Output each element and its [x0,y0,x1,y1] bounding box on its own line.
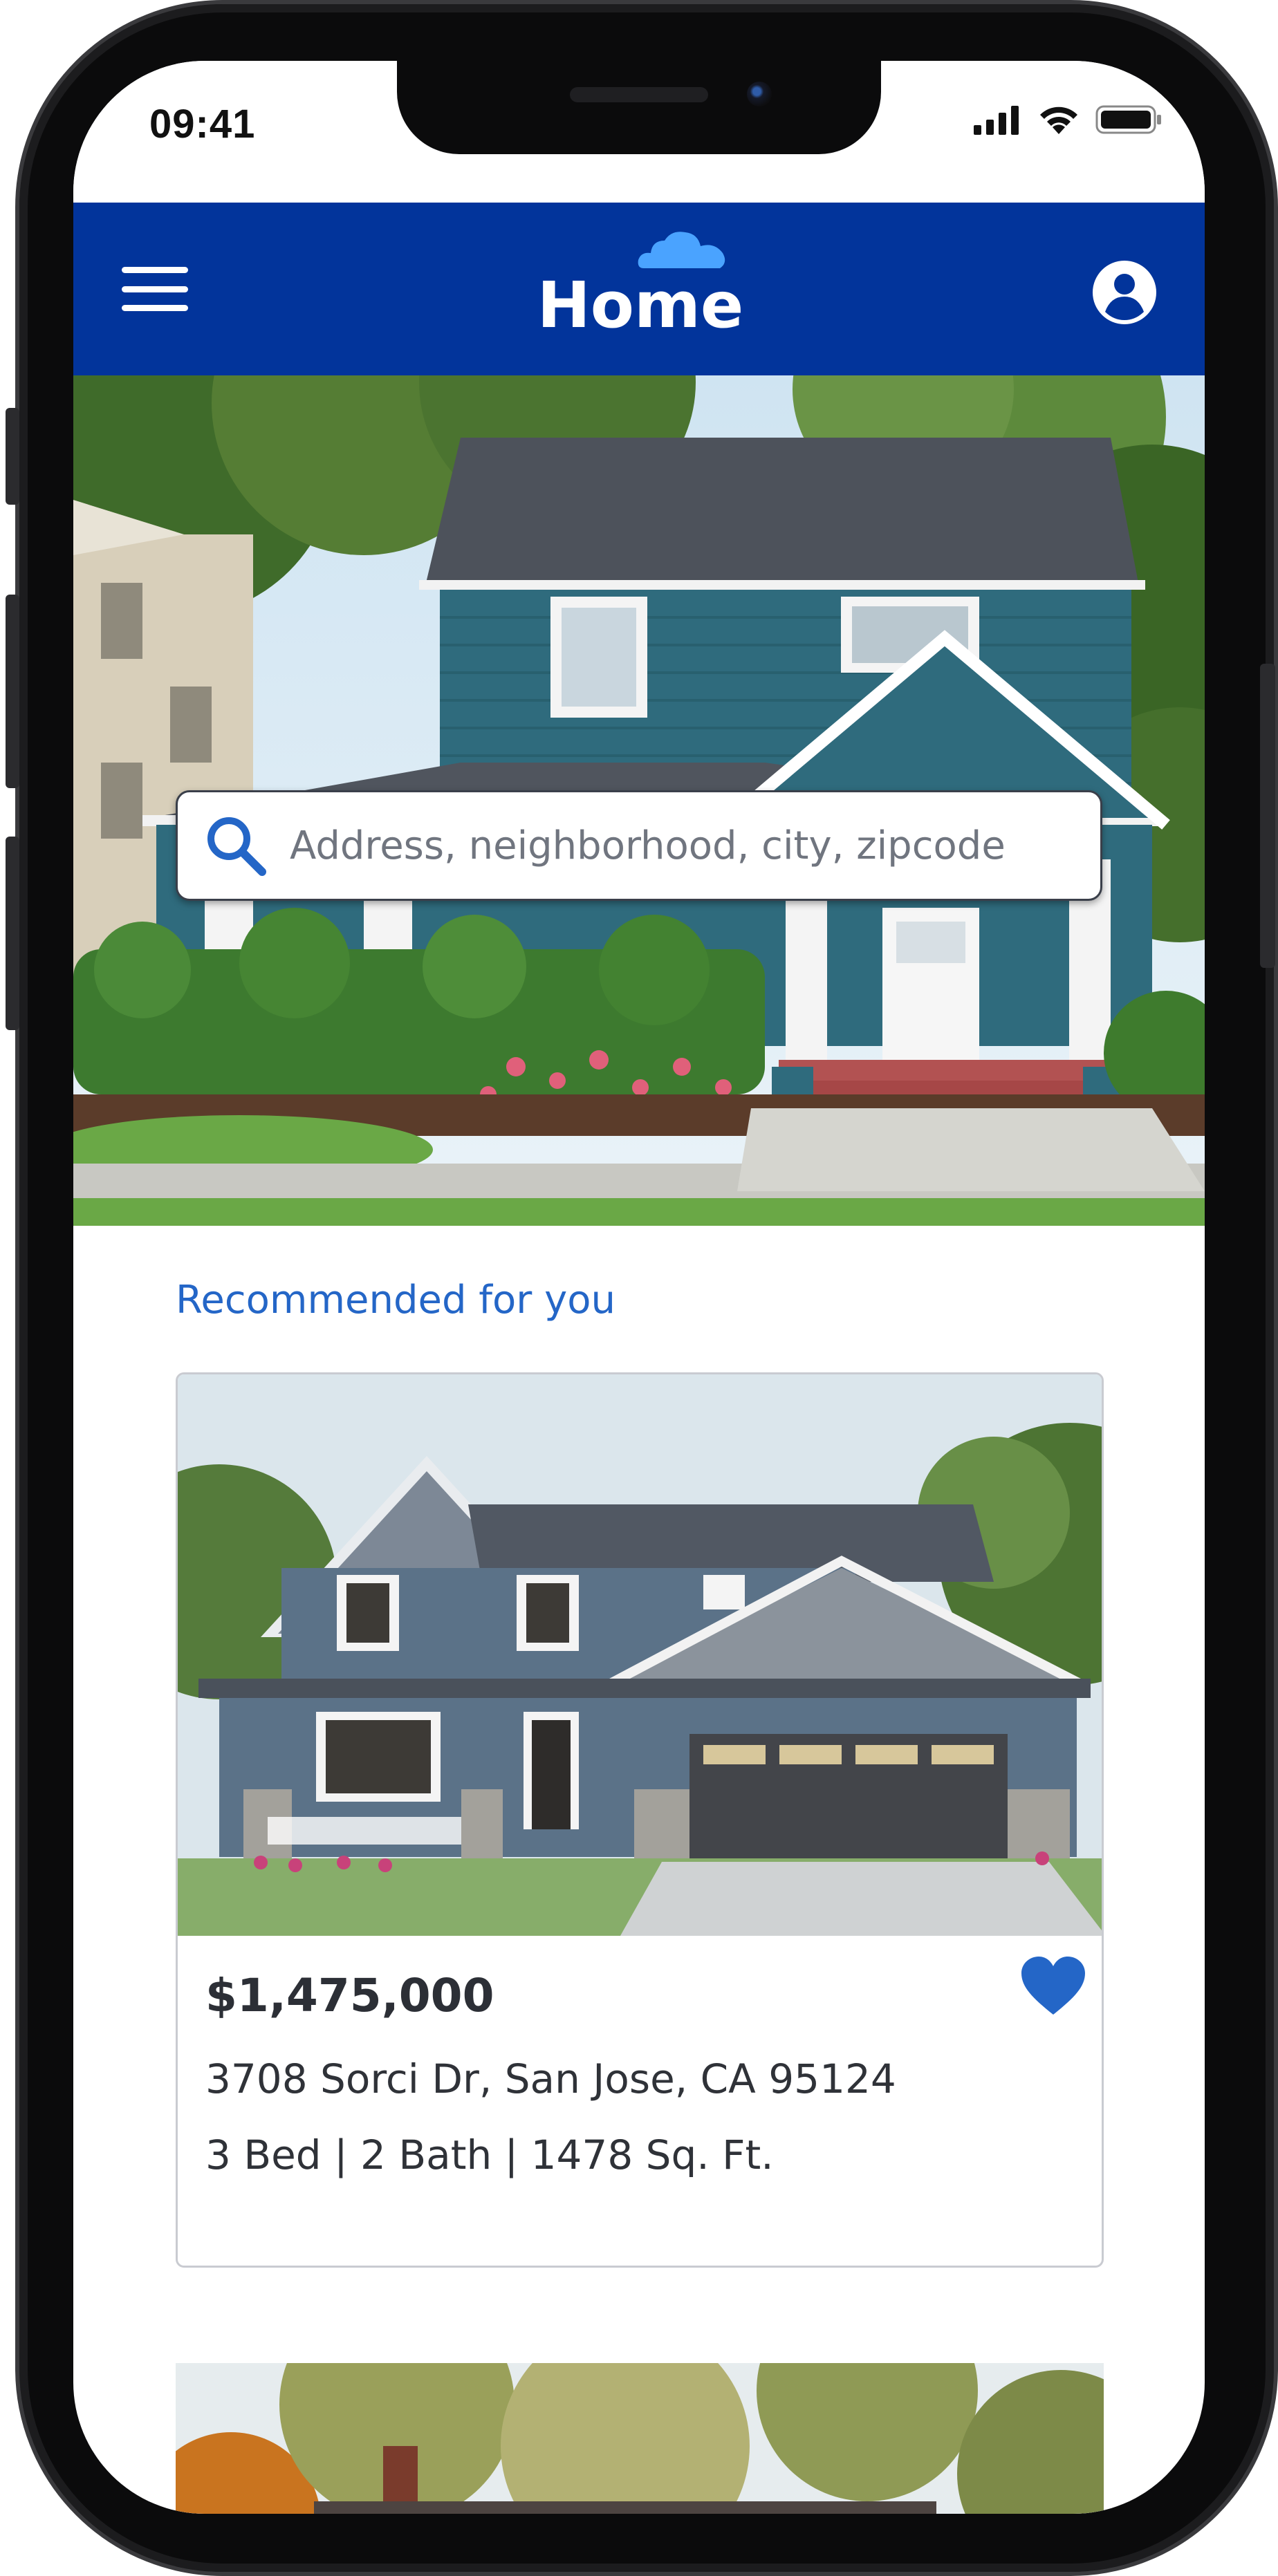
status-time: 09:41 [149,102,256,147]
volume-up-button [6,595,19,788]
notch [397,61,881,154]
recommended-section-title: Recommended for you [176,1278,615,1323]
app-header: Home [73,203,1205,375]
power-button [1260,664,1275,968]
cellular-signal-icon [974,106,1019,135]
wifi-icon [1040,106,1077,134]
listing-address: 3708 Sorci Dr, San Jose, CA 95124 [205,2055,896,2102]
listing-card[interactable]: $1,475,000 3708 Sorci Dr, San Jose, CA 9… [176,1372,1104,2268]
listing-price: $1,475,000 [205,1969,494,2022]
volume-down-button [6,837,19,1030]
listing-photo [178,1374,1102,1936]
app-screen: 09:41 Home Address, neighborhood, city, … [73,61,1205,2514]
hamburger-menu-icon[interactable] [122,261,188,317]
search-input[interactable] [288,822,1066,869]
listing-photo-2 [176,2363,1104,2514]
cloud-icon [638,232,725,268]
search-bar[interactable] [176,790,1102,901]
speaker-grille [570,87,708,102]
listing-specs: 3 Bed | 2 Bath | 1478 Sq. Ft. [205,2131,774,2178]
status-icons [974,104,1163,136]
account-circle-icon[interactable] [1091,259,1158,326]
battery-icon [1095,105,1161,134]
page-title: Home [537,268,744,342]
mute-switch [6,408,19,505]
status-bar: 09:41 [73,61,1205,203]
brand-logo: Home [419,227,862,358]
heart-icon[interactable] [1019,1955,1088,2017]
listing-card-2-photo[interactable] [176,2363,1104,2514]
hero-house-photo [73,375,1205,1226]
front-camera [747,82,772,106]
search-icon[interactable] [201,811,270,880]
